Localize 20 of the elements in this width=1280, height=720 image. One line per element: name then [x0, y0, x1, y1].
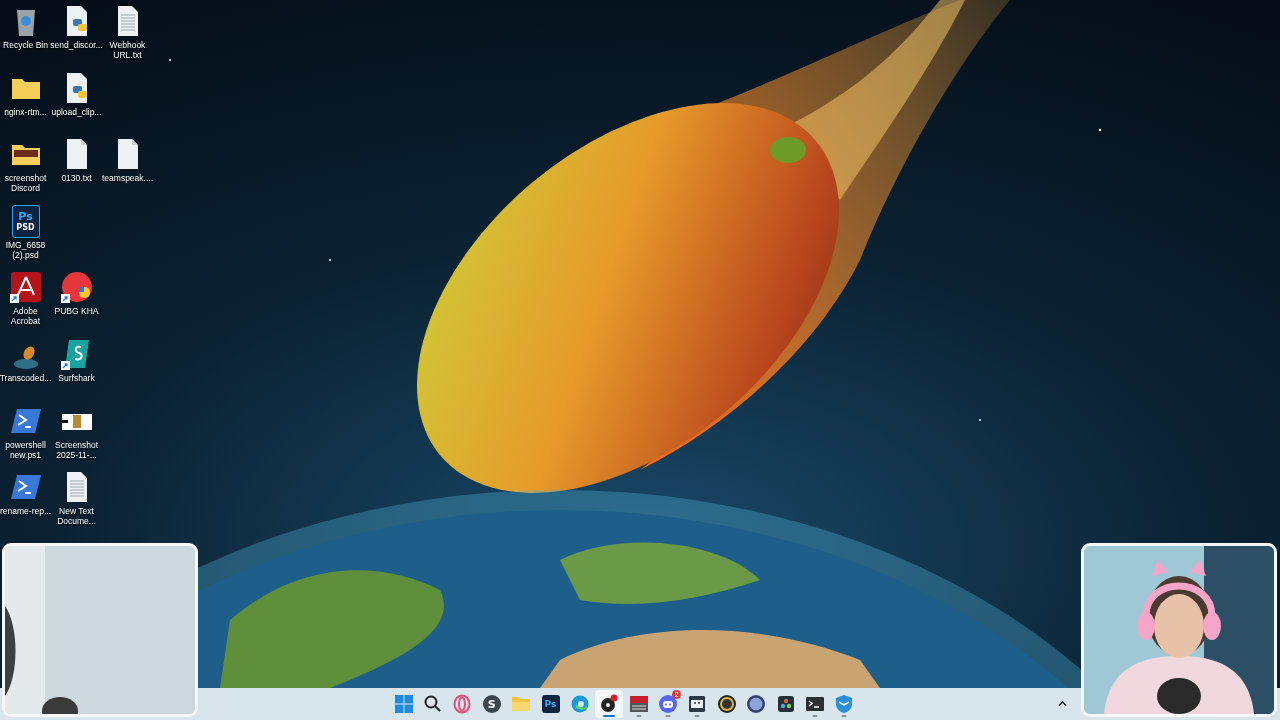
color-petals-icon — [775, 694, 796, 714]
ring-icon — [452, 694, 473, 714]
chat-app-icon — [658, 694, 679, 714]
s-app-icon: S — [482, 695, 501, 713]
disc-icon — [716, 694, 737, 714]
chevron-up-icon[interactable] — [1058, 699, 1067, 708]
mixer-app-icon — [628, 694, 649, 714]
taskbar-button[interactable]: S — [477, 690, 506, 718]
record-app-icon — [599, 694, 620, 714]
windows-logo-icon — [393, 694, 414, 714]
taskbar-button[interactable]: Ps — [536, 690, 565, 718]
browser-icon — [569, 694, 590, 714]
photoshop-icon: Ps — [541, 695, 560, 713]
taskbar-button[interactable] — [595, 690, 624, 718]
window-app-icon — [687, 694, 708, 714]
shield-icon — [834, 694, 855, 714]
folder-icon — [511, 694, 532, 714]
search-icon — [422, 694, 443, 714]
terminal-icon — [805, 694, 826, 714]
disc-icon — [746, 694, 767, 714]
